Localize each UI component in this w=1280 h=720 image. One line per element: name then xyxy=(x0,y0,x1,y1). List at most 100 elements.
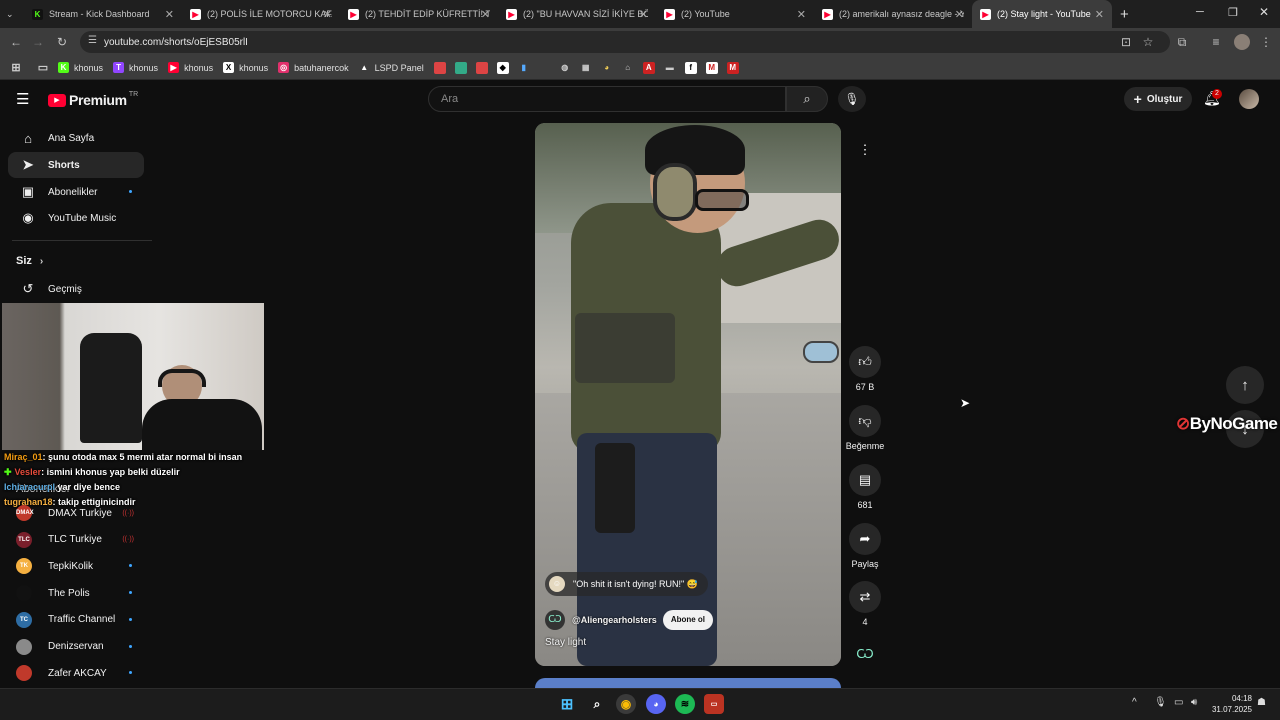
extensions-icon[interactable]: ⧉ xyxy=(1174,35,1190,50)
bookmark-house-icon[interactable]: ⌂ xyxy=(622,62,634,74)
bookmark-item[interactable]: Kkhonus xyxy=(58,62,103,73)
bookmark-m-icon[interactable]: M xyxy=(705,61,718,74)
bookmark-item[interactable]: ▶ khonus xyxy=(168,62,213,73)
search-button[interactable]: ⌕ xyxy=(786,86,828,112)
browser-tab[interactable]: ▶ (2) "BU HAVVAN SİZİ İKİYE BÖL ✕ xyxy=(498,0,656,28)
share-button[interactable]: ➦ xyxy=(849,523,881,555)
tab-close-icon[interactable]: ✕ xyxy=(639,8,648,21)
spotify-icon[interactable]: ≋ xyxy=(675,694,695,714)
bookmark-game-icon[interactable]: ◕ xyxy=(601,62,613,74)
subscription-item[interactable]: TLC TLC Turkiye ((·)) xyxy=(8,527,144,553)
notification-center-icon[interactable]: ☗ xyxy=(1257,697,1266,708)
bookmark-m2-icon[interactable]: M xyxy=(726,61,739,74)
next-short-preview[interactable] xyxy=(535,678,841,688)
bookmark-calendar-icon[interactable]: ▦ xyxy=(580,62,592,74)
subscription-item[interactable]: Denizservan xyxy=(8,634,144,660)
browser-tab[interactable]: ▶ (2) TEHDİT EDİP KÜFRETTİ! Tür ✕ xyxy=(340,0,498,28)
subscription-item[interactable]: TK TepkiKolik xyxy=(8,553,144,579)
system-clock[interactable]: 04:18 31.07.2025 xyxy=(1206,693,1252,715)
profile-avatar[interactable] xyxy=(1234,34,1250,50)
account-avatar[interactable] xyxy=(1239,89,1259,109)
browser-tab[interactable]: ▶ (2) YouTube ✕ xyxy=(656,0,814,28)
tab-close-icon[interactable]: ✕ xyxy=(1095,8,1104,21)
previous-short-button[interactable]: ↑ xyxy=(1226,366,1264,404)
windows-start-icon[interactable]: ⊞ xyxy=(557,694,577,714)
hamburger-menu-icon[interactable]: ☰ xyxy=(16,90,29,108)
browser-tab[interactable]: ▶ (2) Stay light - YouTube ✕ xyxy=(972,0,1112,28)
tray-chevron-icon[interactable]: ^ xyxy=(1132,697,1137,708)
reload-icon[interactable]: ↻ xyxy=(54,35,70,49)
comments-button[interactable]: ▤ xyxy=(849,464,881,496)
channel-avatar[interactable]: Ѡ xyxy=(545,610,565,630)
subscription-item[interactable]: Zafer AKCAY xyxy=(8,660,144,686)
chrome-icon[interactable]: ◉ xyxy=(616,694,636,714)
channel-name[interactable]: @Aliengearholsters xyxy=(572,615,657,625)
remix-button[interactable]: ⇄ xyxy=(849,581,881,613)
new-tab-icon[interactable]: + xyxy=(1112,0,1142,28)
bookmark-mail-icon[interactable] xyxy=(475,61,488,74)
like-button[interactable]: 👍︎ xyxy=(849,346,881,378)
browser-tab[interactable]: ▶ (2) POLİS İLE MOTORCU KAFA K ✕ xyxy=(182,0,340,28)
discord-icon[interactable]: ◕ xyxy=(646,694,666,714)
bookmark-item[interactable]: ▲ LSPD Panel xyxy=(359,62,424,73)
channel-avatar: TC xyxy=(16,611,32,628)
tray-mic-icon[interactable]: 🎙︎ xyxy=(1154,697,1167,708)
tab-close-icon[interactable]: ✕ xyxy=(165,8,174,21)
minimize-icon[interactable]: ─ xyxy=(1196,6,1204,18)
subscription-item[interactable]: DMAX DMAX Turkiye ((·)) xyxy=(8,500,144,526)
media-control-icon[interactable]: ≡ xyxy=(1208,35,1224,49)
subscribe-button[interactable]: Abone ol xyxy=(662,610,714,630)
shorts-video-player[interactable]: ☺ "Oh shit it isn't dying! RUN!" 😅 Ѡ @Al… xyxy=(535,123,841,666)
tab-search-dropdown-icon[interactable]: ⌄ xyxy=(0,0,24,28)
bookmark-item[interactable]: ◎ batuhanercok xyxy=(278,62,349,73)
subscription-item[interactable]: The Polis xyxy=(8,580,144,606)
restore-icon[interactable]: ❐ xyxy=(1228,6,1238,19)
voice-search-button[interactable]: 🎙 xyxy=(838,86,866,112)
bookmark-f-icon[interactable]: f xyxy=(684,61,697,74)
install-app-icon[interactable]: ⊡ xyxy=(1118,35,1134,49)
folder-icon[interactable]: ▭ xyxy=(37,62,49,74)
sidebar-item-shorts[interactable]: ➤ Shorts xyxy=(8,152,144,178)
bookmark-star-icon[interactable]: ☆ xyxy=(1140,35,1156,49)
browser-menu-icon[interactable]: ⋮ xyxy=(1258,35,1274,49)
back-icon[interactable]: ← xyxy=(8,35,24,49)
more-options-icon[interactable]: ⋮ xyxy=(849,134,881,166)
subscription-item[interactable]: TC Traffic Channel xyxy=(8,607,144,633)
pinned-comment[interactable]: ☺ "Oh shit it isn't dying! RUN!" 😅 xyxy=(545,572,708,596)
app-icon[interactable]: ▭ xyxy=(704,694,724,714)
bookmark-item[interactable]: Xkhonus xyxy=(223,62,268,73)
bookmark-sheet-icon[interactable] xyxy=(454,61,467,74)
volume-icon[interactable]: 🔊︎ xyxy=(1191,697,1197,708)
site-info-icon[interactable]: ☰ xyxy=(88,35,97,46)
bookmark-globe-icon[interactable]: ◍ xyxy=(559,62,571,74)
tab-close-icon[interactable]: ✕ xyxy=(955,8,964,21)
window-close-icon[interactable]: ✕ xyxy=(1259,5,1269,19)
youtube-premium-logo[interactable]: ▶ Premium TR xyxy=(48,91,138,108)
network-icon[interactable]: ▭ xyxy=(1174,697,1183,708)
bookmark-item[interactable]: Tkhonus xyxy=(113,62,158,73)
sound-channel-icon[interactable]: Ѡ xyxy=(849,637,881,669)
taskbar-search-icon[interactable]: ⌕ xyxy=(587,694,607,714)
create-button[interactable]: + Oluştur xyxy=(1124,87,1192,111)
tab-close-icon[interactable]: ✕ xyxy=(797,8,806,21)
sidebar-item-subscriptions[interactable]: ▣ Abonelikler xyxy=(8,179,144,205)
apps-grid-icon[interactable]: ⊞ xyxy=(10,62,22,74)
sidebar-item-history[interactable]: ↺ Geçmiş xyxy=(8,276,144,302)
bookmark-mail-icon[interactable] xyxy=(433,61,446,74)
sidebar-item-home[interactable]: ⌂ Ana Sayfa xyxy=(8,125,144,151)
short-title[interactable]: Stay light xyxy=(545,637,586,648)
dislike-button[interactable]: 👎︎ xyxy=(849,405,881,437)
sidebar-item-youtube-music[interactable]: ◉ YouTube Music xyxy=(8,205,144,231)
bookmark-a-icon[interactable]: A xyxy=(642,61,655,74)
bookmark-shield-icon[interactable]: ▮ xyxy=(518,62,530,74)
search-input[interactable]: Ara xyxy=(428,86,786,112)
browser-tab[interactable]: ▶ (2) amerikalı aynasız deagle - Y ✕ xyxy=(814,0,972,28)
browser-tab[interactable]: K Stream - Kick Dashboard ✕ xyxy=(24,0,182,28)
tab-close-icon[interactable]: ✕ xyxy=(323,8,332,21)
address-bar[interactable]: ☰ youtube.com/shorts/oEjESB05rlI xyxy=(80,31,1170,53)
forward-icon[interactable]: → xyxy=(30,35,46,49)
you-section-header[interactable]: Siz › xyxy=(16,255,43,267)
bookmark-diamond-icon[interactable]: ◆ xyxy=(496,61,509,74)
bookmark-bar-icon[interactable]: ▬ xyxy=(664,62,676,74)
tab-close-icon[interactable]: ✕ xyxy=(481,8,490,21)
